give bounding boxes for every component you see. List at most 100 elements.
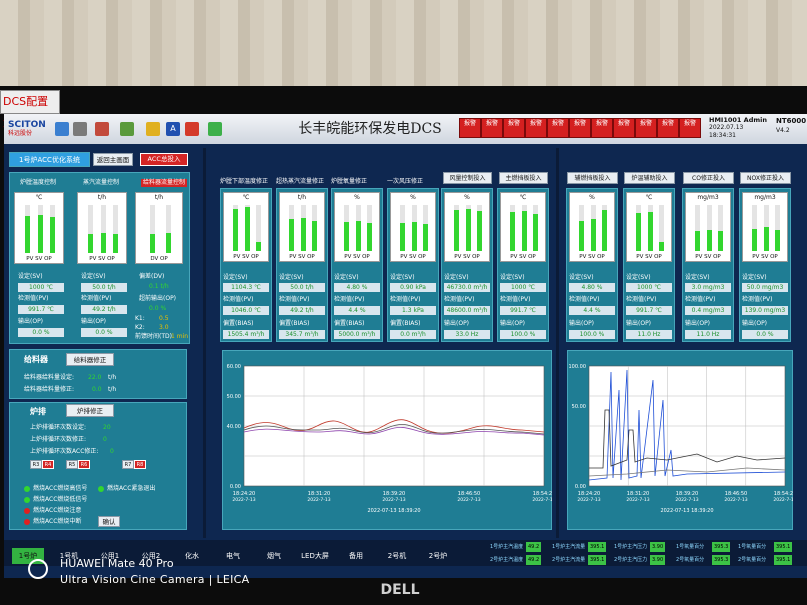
- alarm-button[interactable]: 报警: [459, 118, 481, 138]
- mid-gauge-unit: %: [410, 194, 416, 201]
- monitor-brand-logo: DELL: [380, 582, 420, 598]
- right-pv-value: 991.7 ℃: [626, 306, 672, 315]
- system-title-button[interactable]: 1号炉ACC优化系统: [9, 152, 90, 167]
- mid-column-title: 炉膛下部温度修正: [220, 178, 269, 185]
- grate-cycle-correction-label: 上炉排循环次数修正:: [30, 436, 87, 443]
- toolbar-print-icon[interactable]: [73, 122, 87, 136]
- toolbar-alarm-icon[interactable]: [146, 122, 160, 136]
- mid-column-title: 一次风压修正: [387, 178, 424, 185]
- alarm-button[interactable]: 报警: [481, 118, 503, 138]
- bottom-tab[interactable]: 2号炉: [422, 548, 454, 564]
- left-gauge-bar: [38, 215, 43, 253]
- alarm-button[interactable]: 报警: [547, 118, 569, 138]
- mid-sv-value: 46730.0 m³/h: [444, 283, 490, 292]
- alarm-button[interactable]: 报警: [503, 118, 525, 138]
- grate-small-button[interactable]: R8: [134, 460, 146, 469]
- mid-sv-label: 设定(SV): [500, 274, 525, 281]
- grate-small-button[interactable]: R7: [122, 460, 134, 469]
- toolbar-settings-icon[interactable]: [185, 122, 199, 136]
- window-tab[interactable]: DCS配置站: [0, 90, 60, 130]
- right-column-toggle-button[interactable]: NOX修正投入: [740, 172, 791, 184]
- grate-small-button[interactable]: R6: [78, 460, 90, 469]
- trend-y-tick: 40.00: [227, 424, 241, 430]
- bottom-tab[interactable]: 2号机: [381, 548, 413, 564]
- k2-label: K2:: [135, 324, 145, 331]
- pv-value: 49.2 t/h: [81, 305, 127, 314]
- mid-gauge-captions: PV SV OP: [233, 254, 259, 260]
- node-name: NT6000: [776, 117, 807, 125]
- grate-small-button[interactable]: R5: [66, 460, 78, 469]
- left-gauge-unit: t/h: [154, 194, 164, 201]
- trend-y-tick: 100.00: [569, 364, 587, 370]
- mid-gauge-captions: PV SV OP: [400, 254, 426, 260]
- right-sv-value: 50.0 mg/m3: [742, 283, 788, 292]
- legend-dot-icon: [98, 486, 104, 492]
- mid-dev-value: 345.7 m³/h: [279, 330, 325, 339]
- right-gauge-unit: ℃: [645, 194, 653, 201]
- alarm-button[interactable]: 报警: [679, 118, 701, 138]
- right-pv-label: 检测值(PV): [569, 296, 600, 303]
- feeder-correction-unit: t/h: [108, 386, 117, 393]
- mid-gauge-bar: [245, 207, 250, 251]
- grate-small-button[interactable]: R3: [30, 460, 42, 469]
- mid-sv-label: 设定(SV): [223, 274, 248, 281]
- toolbar-home-icon[interactable]: [55, 122, 69, 136]
- mid-gauge-bar: [356, 221, 361, 251]
- mid-dev-value: 100.0 %: [500, 330, 546, 339]
- status-label: 2号氧量百分: [676, 557, 705, 563]
- toolbar-trend-icon[interactable]: [120, 122, 134, 136]
- left-gauge-unit: t/h: [97, 194, 107, 201]
- right-column-toggle-button[interactable]: 炉温辅助投入: [624, 172, 675, 184]
- mid-dev-label: 偏置(BIAS): [223, 320, 254, 327]
- alarm-button[interactable]: 报警: [591, 118, 613, 138]
- mid-gauge-unit: %: [354, 194, 360, 201]
- date-time: 2022.07.13 18:34:31: [709, 124, 744, 139]
- alarm-button[interactable]: 报警: [635, 118, 657, 138]
- grate-small-button[interactable]: R4: [42, 460, 54, 469]
- mid-column-toggle-button[interactable]: 风量控制投入: [443, 172, 492, 184]
- group-title: 炉膛温度控制: [20, 179, 57, 186]
- toolbar-tools-icon[interactable]: [95, 122, 109, 136]
- grate-correction-button[interactable]: 炉排修正: [66, 404, 114, 417]
- mid-sv-label: 设定(SV): [390, 274, 415, 281]
- right-gauge-bar: [659, 242, 664, 251]
- mid-sv-value: 50.0 t/h: [279, 283, 325, 292]
- status-value: 3.90: [650, 555, 666, 565]
- right-gauge: mg/m3 PV SV OP: [685, 192, 731, 262]
- right-column-toggle-button[interactable]: 辅燃挡板投入: [567, 172, 618, 184]
- alarm-button[interactable]: 报警: [569, 118, 591, 138]
- right-op-label: 输出(OP): [742, 320, 768, 327]
- trend-x-tick: 18:31:20: [308, 491, 330, 497]
- left-gauge: t/h PV SV OP: [77, 192, 127, 264]
- alarm-button[interactable]: 报警: [657, 118, 679, 138]
- trend-x-tick: 18:46:50: [725, 491, 747, 497]
- return-main-button[interactable]: 返回主画面: [93, 153, 133, 166]
- mid-pv-value: 1.3 kPa: [390, 306, 436, 315]
- acc-total-input-button[interactable]: ACC总投入: [140, 153, 188, 166]
- confirm-button[interactable]: 确认: [98, 516, 120, 527]
- mid-gauge-unit: ℃: [242, 194, 250, 201]
- toolbar-status-icon[interactable]: [208, 122, 222, 136]
- mid-column-title: 炉膛氧量修正: [331, 178, 368, 185]
- sv-value: 1000 ℃: [18, 283, 64, 292]
- toolbar-text-icon[interactable]: A: [166, 122, 180, 136]
- trend-x-date: 2022-7-13: [577, 497, 600, 503]
- trend-chart-left[interactable]: 60.0050.0040.000.0018:24:202022-7-1318:3…: [222, 350, 552, 530]
- trend-footer: 2022-07-13 18:39:20: [367, 508, 420, 514]
- trend-x-tick: 18:54:20: [533, 491, 552, 497]
- right-gauge-captions: PV SV OP: [752, 254, 778, 260]
- right-column-toggle-button[interactable]: CO修正投入: [683, 172, 734, 184]
- feeder-correction-button[interactable]: 给料器修正: [66, 353, 114, 366]
- mid-sv-label: 设定(SV): [279, 274, 304, 281]
- alarm-button[interactable]: 报警: [525, 118, 547, 138]
- mid-column-toggle-button[interactable]: 主燃挡板投入: [499, 172, 548, 184]
- trend-chart-right[interactable]: 100.0050.000.0018:24:202022-7-1318:31:20…: [567, 350, 794, 530]
- divider-right: [556, 148, 559, 538]
- legend-label: 燃烧ACC燃烧中断: [33, 518, 82, 525]
- trend-y-tick: 50.00: [572, 404, 586, 410]
- right-sv-label: 设定(SV): [626, 274, 651, 281]
- mid-sv-value: 1000 ℃: [500, 283, 546, 292]
- mid-gauge-bar: [301, 218, 306, 251]
- bottom-tab[interactable]: 备用: [340, 548, 372, 564]
- alarm-button[interactable]: 报警: [613, 118, 635, 138]
